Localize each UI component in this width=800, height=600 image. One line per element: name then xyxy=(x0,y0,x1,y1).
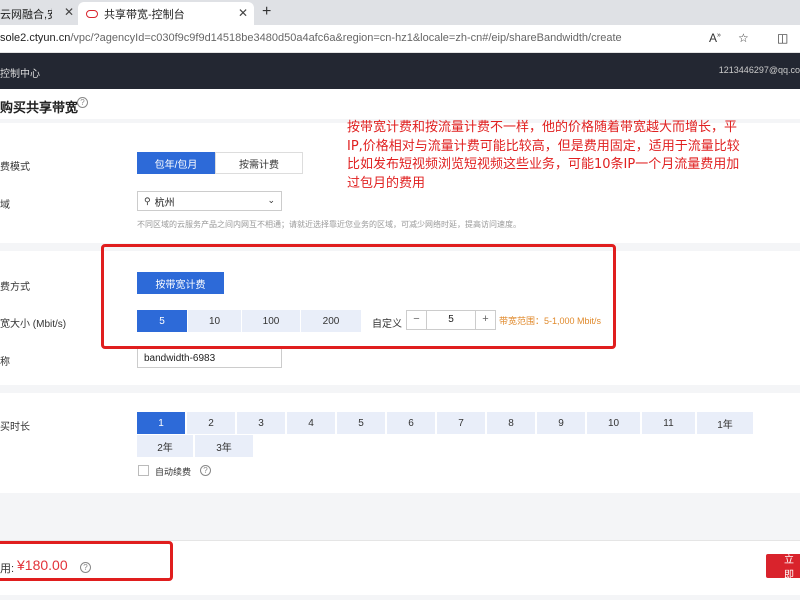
annotation-line: IP,价格相对与流量计费可能比较高，但是费用固定，适用于流量比较 xyxy=(347,138,740,154)
annotation-line: 按带宽计费和按流量计费不一样，他的价格随着带宽越大而增长，平 xyxy=(347,120,738,135)
bandwidth-name-field[interactable]: bandwidth-6983 xyxy=(137,348,282,368)
annotation-highlight-box xyxy=(0,541,173,581)
billing-mode-monthly-button[interactable]: 包年/包月 xyxy=(137,152,215,174)
charge-mode-label: 费方式 xyxy=(0,282,30,293)
annotation-line: 过包月的费用 xyxy=(347,175,426,191)
console-header: 控制中心 1213446297@qq.co xyxy=(0,53,800,89)
location-pin-icon: ⚲ xyxy=(144,195,151,206)
billing-mode-ondemand-button[interactable]: 按需计费 xyxy=(215,152,303,174)
split-screen-icon[interactable]: ◫ xyxy=(777,31,788,45)
region-value: 杭州 xyxy=(154,197,175,209)
duration-option-3-years[interactable]: 3年 xyxy=(195,435,253,457)
duration-option-10[interactable]: 10 xyxy=(587,412,640,434)
help-icon[interactable]: ? xyxy=(200,465,211,476)
read-aloud-icon[interactable]: A» xyxy=(709,31,721,45)
browser-tab-2[interactable]: 共享带宽-控制台 ✕ xyxy=(78,2,254,25)
close-icon[interactable]: ✕ xyxy=(64,5,74,19)
help-icon[interactable]: ? xyxy=(77,97,88,108)
browser-tab-1[interactable]: 云网融合,安全可 ✕ xyxy=(0,2,76,25)
duration-option-9[interactable]: 9 xyxy=(537,412,585,434)
bandwidth-size-label: 宽大小 (Mbit/s) xyxy=(0,319,67,330)
duration-option-6[interactable]: 6 xyxy=(387,412,435,434)
auto-renew-checkbox[interactable] xyxy=(138,465,149,476)
url-text[interactable]: sole2.ctyun.cn/vpc/?agencyId=c030f9c9f9d… xyxy=(0,32,622,44)
duration-card xyxy=(0,393,800,493)
auto-renew-label: 自动续费 xyxy=(155,467,192,477)
duration-option-1-year[interactable]: 1年 xyxy=(697,412,753,434)
new-tab-icon[interactable]: + xyxy=(262,3,271,21)
duration-option-5[interactable]: 5 xyxy=(337,412,385,434)
duration-option-1[interactable]: 1 xyxy=(137,412,185,434)
duration-option-2-years[interactable]: 2年 xyxy=(137,435,193,457)
region-hint: 不同区域的云服务产品之间内网互不相通；请就近选择靠近您业务的区域，可减少网络时延… xyxy=(137,220,521,229)
duration-option-3[interactable]: 3 xyxy=(237,412,285,434)
user-account[interactable]: 1213446297@qq.co xyxy=(719,65,800,75)
annotation-highlight-box xyxy=(101,244,616,349)
duration-option-4[interactable]: 4 xyxy=(287,412,335,434)
region-label: 域 xyxy=(0,200,10,211)
browser-tab-bar: 云网融合,安全可 ✕ 共享带宽-控制台 ✕ + xyxy=(0,0,800,25)
tab-title: 共享带宽-控制台 xyxy=(104,8,185,21)
url-host: sole2.ctyun.cn xyxy=(0,32,71,44)
cloud-icon xyxy=(86,9,98,18)
duration-option-11[interactable]: 11 xyxy=(642,412,695,434)
duration-label: 买时长 xyxy=(0,422,30,433)
address-bar[interactable]: sole2.ctyun.cn/vpc/?agencyId=c030f9c9f9d… xyxy=(0,25,800,53)
close-icon[interactable]: ✕ xyxy=(238,6,248,20)
duration-option-2[interactable]: 2 xyxy=(187,412,235,434)
tab-title: 云网融合,安全可 xyxy=(0,8,52,21)
duration-option-8[interactable]: 8 xyxy=(487,412,535,434)
buy-now-button[interactable]: 立即 xyxy=(766,554,800,578)
title-bar: 购买共享带宽 xyxy=(0,89,800,119)
annotation-note: 按带宽计费和按流量计费不一样，他的价格随着带宽越大而增长，平 IP,价格相对与流… xyxy=(347,119,800,193)
chevron-down-icon: ⌄ xyxy=(267,195,275,205)
page-title: 购买共享带宽 xyxy=(0,100,79,115)
console-brand[interactable]: 控制中心 xyxy=(0,65,40,80)
star-icon[interactable]: ☆ xyxy=(738,31,749,45)
region-select[interactable]: ⚲ 杭州 ⌄ xyxy=(137,191,282,211)
duration-option-7[interactable]: 7 xyxy=(437,412,485,434)
name-label: 称 xyxy=(0,357,10,368)
billing-mode-label: 费模式 xyxy=(0,162,30,173)
annotation-line: 比如发布短视频浏览短视频这些业务，可能10条IP一个月流量费用加 xyxy=(347,157,740,172)
url-path: /vpc/?agencyId=c030f9c9f9d14518be3480d50… xyxy=(70,32,622,44)
